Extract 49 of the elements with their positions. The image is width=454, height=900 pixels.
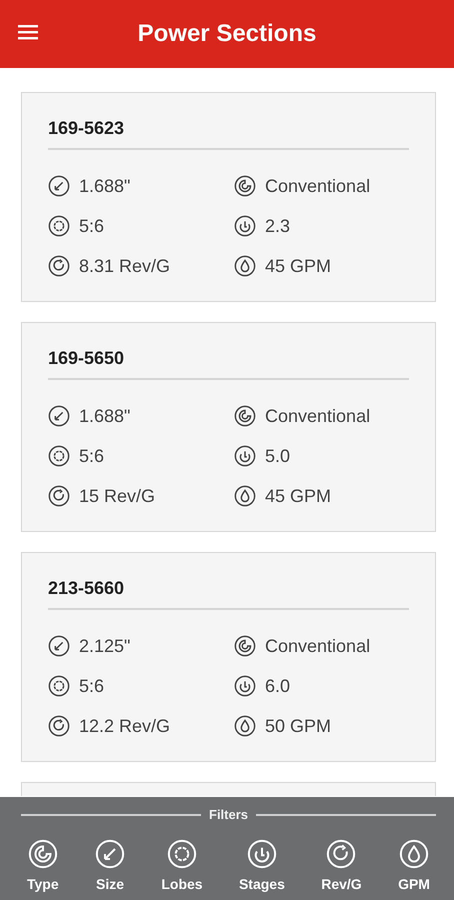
app-title: Power Sections bbox=[138, 19, 316, 49]
rotate-icon bbox=[48, 715, 70, 737]
stat-value: 5:6 bbox=[79, 214, 104, 238]
rotor-icon bbox=[234, 405, 256, 427]
rotor-icon bbox=[28, 838, 58, 868]
stat-value: Conventional bbox=[265, 174, 370, 198]
stat-value: 6.0 bbox=[265, 674, 290, 698]
stat-value: 2.125" bbox=[79, 634, 130, 658]
drop-icon bbox=[234, 255, 256, 277]
stat-value: 2.3 bbox=[265, 214, 290, 238]
power-icon bbox=[234, 215, 256, 237]
section-title: 169-5623 bbox=[48, 115, 409, 150]
rotor-icon bbox=[234, 635, 256, 657]
stat-value: Conventional bbox=[265, 404, 370, 428]
power-section-card[interactable]: 169-5650 1.688" Conventional 5:6 5.0 15 Rev/G 45 GPM bbox=[21, 322, 436, 532]
stat-value: 5:6 bbox=[79, 444, 104, 468]
filters-heading: Filters bbox=[209, 806, 248, 824]
stat-value: 8.31 Rev/G bbox=[79, 254, 170, 278]
drop-icon bbox=[234, 485, 256, 507]
rotor-icon bbox=[234, 175, 256, 197]
rotate-icon bbox=[48, 255, 70, 277]
power-icon bbox=[234, 445, 256, 467]
section-title: 169-5650 bbox=[48, 345, 409, 380]
stat-value: 50 GPM bbox=[265, 714, 332, 738]
menu-icon bbox=[18, 24, 38, 40]
drop-icon bbox=[234, 715, 256, 737]
stat-value: 45 GPM bbox=[265, 254, 332, 278]
power-icon bbox=[234, 675, 256, 697]
power-section-card[interactable]: 169-5623 1.688" Conventional 5:6 2.3 8.31 Rev/G 45 GPM bbox=[21, 92, 436, 302]
filter-button[interactable]: Type bbox=[27, 838, 59, 894]
section-title: 213-5660 bbox=[48, 575, 409, 610]
filter-button[interactable]: Lobes bbox=[161, 838, 203, 894]
power-icon bbox=[246, 838, 277, 868]
filter-button[interactable]: Stages bbox=[238, 838, 285, 894]
stat-value: 1.688" bbox=[79, 404, 130, 428]
stat-value: Conventional bbox=[265, 634, 370, 658]
rotate-icon bbox=[326, 838, 356, 868]
filter-button[interactable]: GPM bbox=[398, 838, 430, 894]
rotate-icon bbox=[48, 485, 70, 507]
stat-value: 5.0 bbox=[265, 444, 290, 468]
stat-value: 1.688" bbox=[79, 174, 130, 198]
stat-value: 45 GPM bbox=[265, 484, 332, 508]
filter-button[interactable]: Size bbox=[95, 838, 125, 894]
stat-value: 15 Rev/G bbox=[79, 484, 156, 508]
filter-button[interactable]: Rev/G bbox=[321, 838, 362, 894]
stat-value: 5:6 bbox=[79, 674, 104, 698]
stat-value: 12.2 Rev/G bbox=[79, 714, 170, 738]
power-section-card[interactable]: 213-5660 2.125" Conventional 5:6 6.0 12.2 Rev/G 50 GPM bbox=[21, 552, 436, 762]
drop-icon bbox=[399, 838, 429, 868]
